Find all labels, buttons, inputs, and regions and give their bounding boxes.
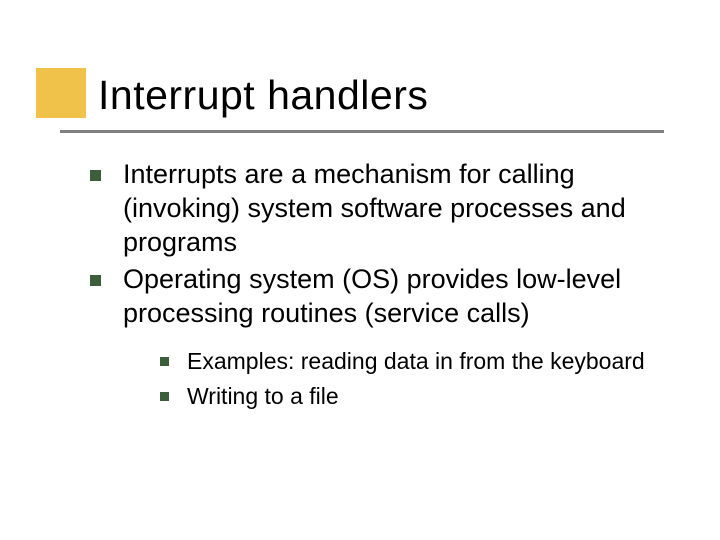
list-item: Operating system (OS) provides low-level…: [90, 263, 670, 331]
square-bullet-icon: [160, 357, 169, 366]
bullet-text: Interrupts are a mechanism for calling (…: [123, 158, 670, 259]
title-underline: [60, 130, 664, 133]
bullet-text: Writing to a file: [187, 382, 339, 411]
bullet-text: Operating system (OS) provides low-level…: [123, 263, 670, 331]
bullet-text: Examples: reading data in from the keybo…: [187, 347, 645, 376]
square-bullet-icon: [90, 170, 101, 181]
square-bullet-icon: [90, 275, 101, 286]
square-bullet-icon: [160, 392, 169, 401]
list-item: Interrupts are a mechanism for calling (…: [90, 158, 670, 259]
list-item: Examples: reading data in from the keybo…: [160, 347, 670, 376]
sub-list: Examples: reading data in from the keybo…: [160, 347, 670, 411]
list-item: Writing to a file: [160, 382, 670, 411]
title-accent-block: [36, 68, 86, 118]
slide: Interrupt handlers Interrupts are a mech…: [0, 0, 720, 540]
slide-body: Interrupts are a mechanism for calling (…: [90, 158, 670, 416]
slide-title: Interrupt handlers: [98, 72, 428, 119]
